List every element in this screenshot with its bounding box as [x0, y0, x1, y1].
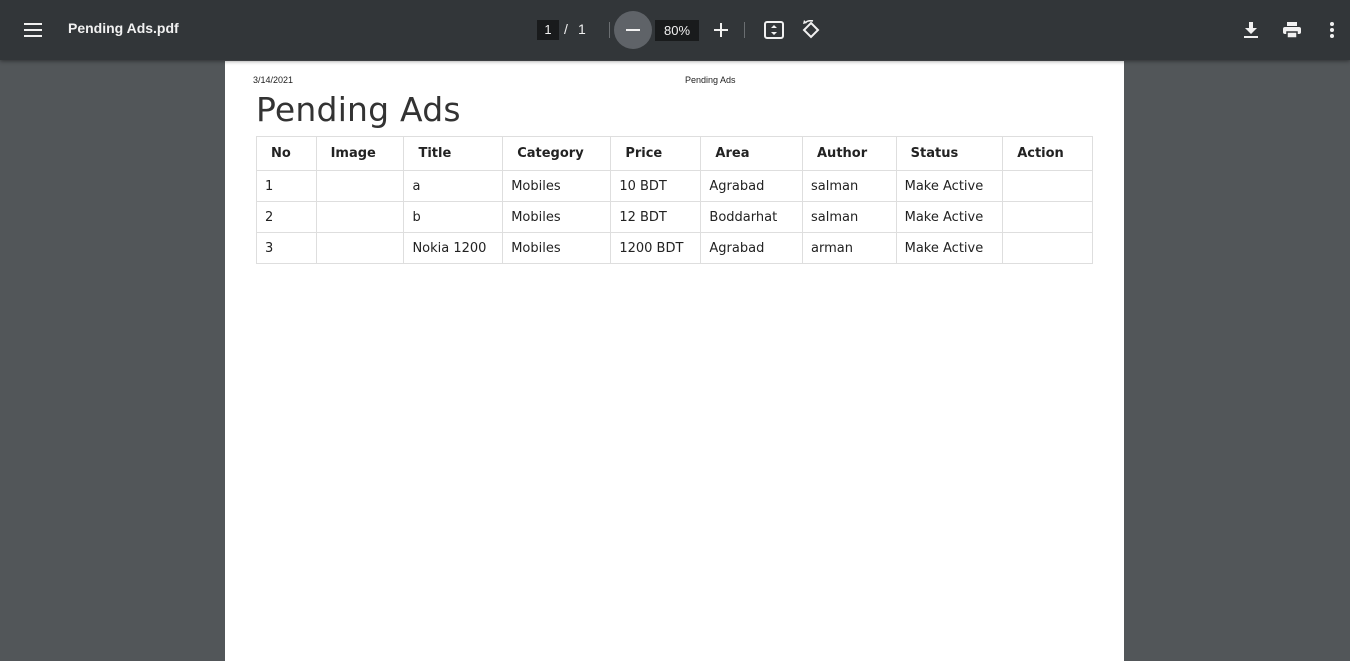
cell-title: a: [403, 170, 504, 202]
fit-page-icon: [764, 21, 784, 39]
cell-status: Make Active: [895, 201, 1004, 233]
cell-area: Agrabad: [700, 232, 803, 264]
pdf-page: 3/14/2021 Pending Ads Pending Ads No Ima…: [225, 61, 1124, 661]
cell-price: 1200 BDT: [610, 232, 702, 264]
cell-price: 10 BDT: [610, 170, 702, 202]
cell-status: Make Active: [895, 232, 1004, 264]
cell-action: [1002, 201, 1093, 233]
cell-no: 2: [256, 201, 317, 233]
column-header-author: Author: [802, 136, 897, 171]
page-title: Pending Ads: [256, 90, 461, 129]
download-icon: [1244, 22, 1258, 38]
cell-category: Mobiles: [502, 201, 612, 233]
menu-button[interactable]: [18, 15, 48, 45]
more-options-button[interactable]: [1318, 16, 1346, 44]
rotate-icon: [802, 20, 820, 39]
file-title: Pending Ads.pdf: [68, 20, 179, 36]
column-header-action: Action: [1002, 136, 1093, 171]
cell-author: arman: [802, 232, 897, 264]
column-header-no: No: [256, 136, 317, 171]
cell-author: salman: [802, 201, 897, 233]
column-header-category: Category: [502, 136, 612, 171]
pending-ads-table: No Image Title Category Price Area Autho…: [256, 136, 1093, 264]
cell-category: Mobiles: [502, 232, 612, 264]
zoom-out-button[interactable]: [614, 11, 652, 49]
print-icon: [1283, 22, 1301, 38]
table-row: 1 a Mobiles 10 BDT Agrabad salman Make A…: [256, 170, 1093, 202]
cell-image: [315, 232, 405, 264]
cell-author: salman: [802, 170, 897, 202]
column-header-status: Status: [895, 136, 1004, 171]
table-row: 3 Nokia 1200 Mobiles 1200 BDT Agrabad ar…: [256, 232, 1093, 264]
cell-image: [315, 170, 405, 202]
toolbar-divider: [744, 22, 745, 38]
column-header-title: Title: [403, 136, 504, 171]
cell-title: Nokia 1200: [403, 232, 504, 264]
table-header-row: No Image Title Category Price Area Autho…: [256, 136, 1093, 171]
cell-action: [1002, 170, 1093, 202]
page-separator: /: [564, 21, 568, 37]
page-total: 1: [578, 21, 586, 37]
cell-category: Mobiles: [502, 170, 612, 202]
cell-price: 12 BDT: [610, 201, 702, 233]
zoom-out-icon: [626, 29, 640, 31]
column-header-image: Image: [315, 136, 405, 171]
rotate-button[interactable]: [797, 16, 825, 44]
print-button[interactable]: [1278, 16, 1306, 44]
menu-icon: [24, 23, 42, 37]
page-number-input[interactable]: 1: [537, 20, 559, 40]
cell-area: Boddarhat: [700, 201, 803, 233]
fit-page-button[interactable]: [760, 16, 788, 44]
zoom-in-button[interactable]: [707, 16, 735, 44]
cell-image: [315, 201, 405, 233]
pdf-toolbar: Pending Ads.pdf 1 / 1 80%: [0, 0, 1350, 60]
more-vert-icon: [1330, 22, 1334, 38]
toolbar-divider: [609, 22, 610, 38]
table-row: 2 b Mobiles 12 BDT Boddarhat salman Make…: [256, 201, 1093, 233]
print-date: 3/14/2021: [253, 75, 294, 85]
cell-area: Agrabad: [700, 170, 803, 202]
zoom-level-input[interactable]: 80%: [655, 20, 699, 41]
zoom-in-icon: [714, 23, 728, 37]
cell-no: 3: [256, 232, 317, 264]
cell-no: 1: [256, 170, 317, 202]
column-header-area: Area: [700, 136, 803, 171]
column-header-price: Price: [610, 136, 702, 171]
print-header-title: Pending Ads: [685, 75, 736, 85]
download-button[interactable]: [1237, 16, 1265, 44]
cell-action: [1002, 232, 1093, 264]
cell-title: b: [403, 201, 504, 233]
cell-status: Make Active: [895, 170, 1004, 202]
